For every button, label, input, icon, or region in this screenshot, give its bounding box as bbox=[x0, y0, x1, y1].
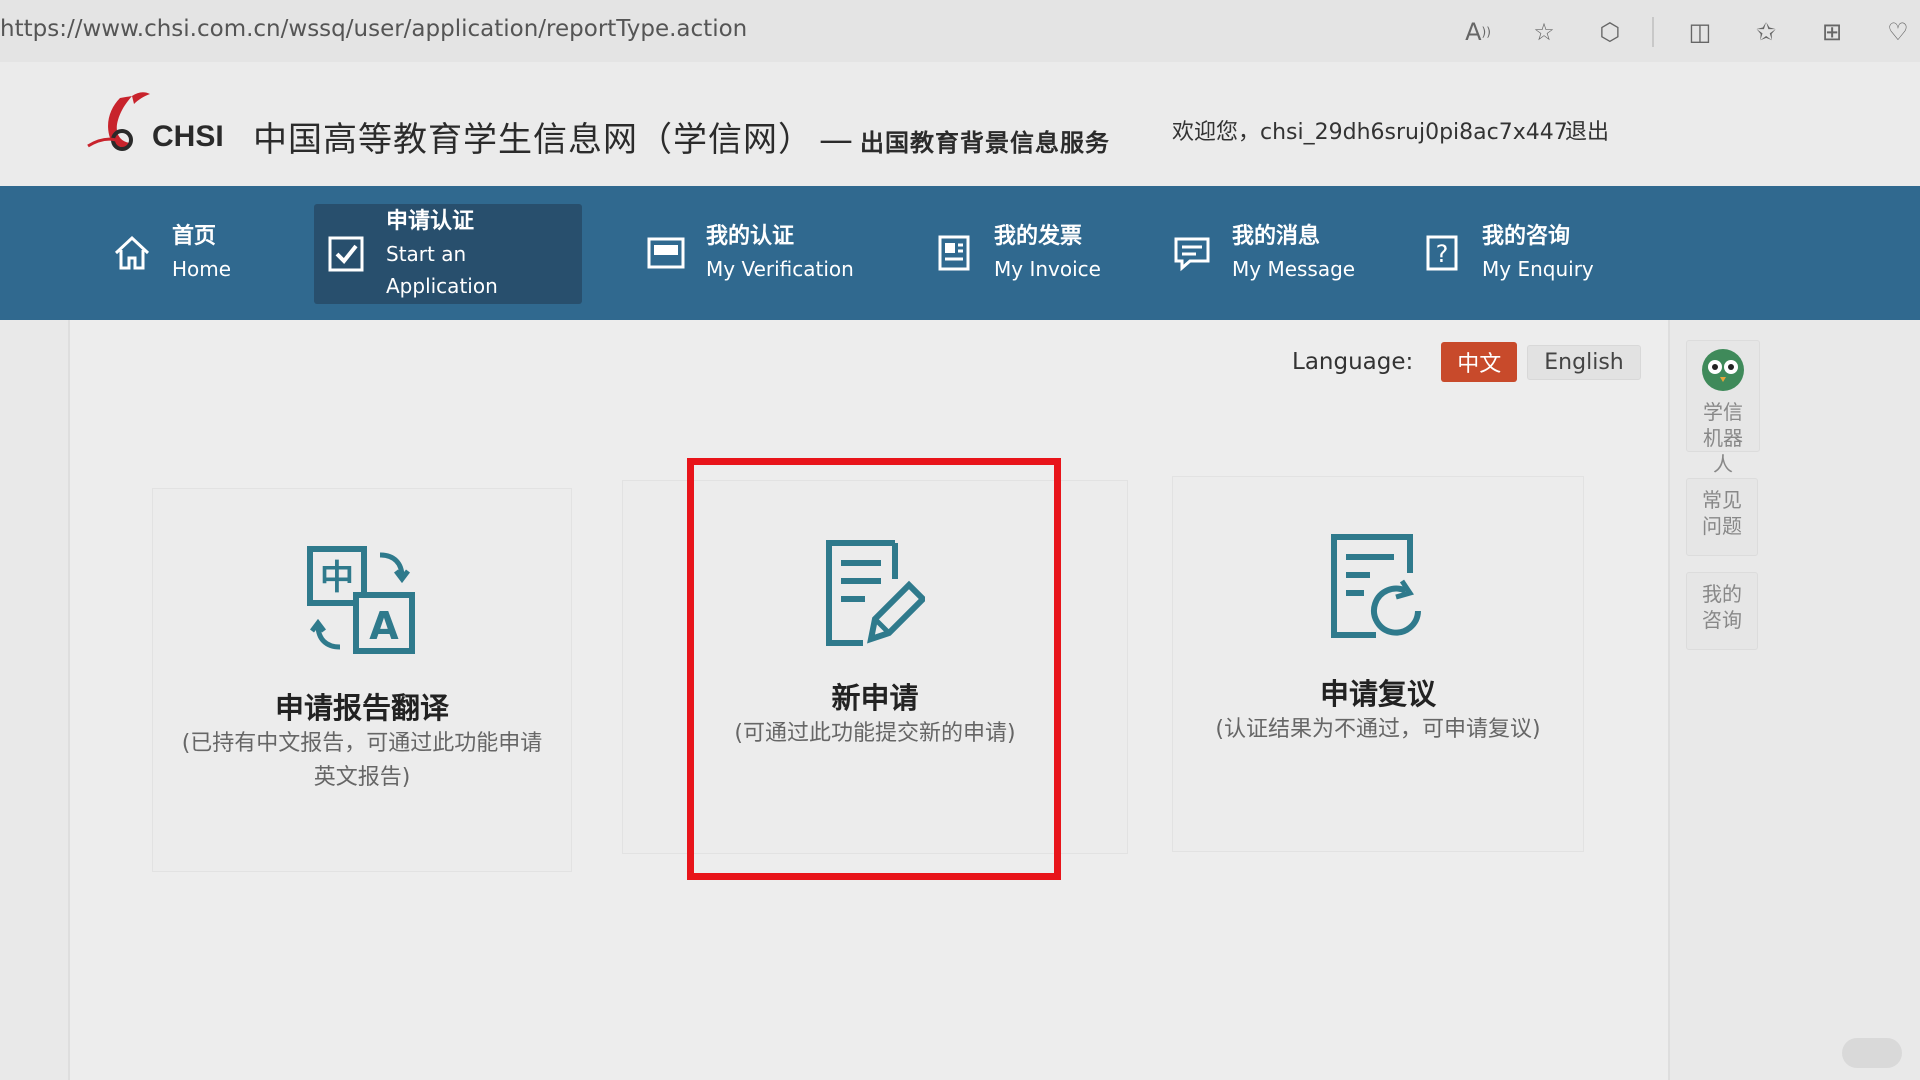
site-header: CHSI 中国高等教育学生信息网（学信网） — 出国教育背景信息服务 欢迎您，chs… bbox=[0, 62, 1920, 186]
message-icon bbox=[1174, 237, 1210, 272]
reconsideration-icon bbox=[1331, 534, 1421, 638]
favorites-icon[interactable]: ✩ bbox=[1744, 10, 1788, 54]
nav-item-my-message[interactable]: 我的消息 My Message bbox=[1172, 186, 1355, 320]
favorite-star-icon[interactable]: ☆ bbox=[1522, 10, 1566, 54]
sidebar-enquiry-label: 我的咨询 bbox=[1702, 582, 1742, 632]
site-title: 中国高等教育学生信息网（学信网） — 出国教育背景信息服务 bbox=[253, 112, 1110, 161]
svg-text:中: 中 bbox=[320, 558, 354, 598]
language-option-english[interactable]: English bbox=[1527, 344, 1641, 380]
nav-label-cn: 首页 bbox=[172, 224, 217, 249]
highlight-annotation-box bbox=[687, 458, 1061, 880]
nav-item-start-application[interactable]: 申请认证 Start an Application bbox=[314, 204, 582, 304]
toolbar-separator bbox=[1652, 17, 1654, 47]
nav-label-en: My Message bbox=[1232, 257, 1356, 281]
sidebar-my-enquiry[interactable]: 我的咨询 bbox=[1686, 572, 1758, 650]
nav-label-cn: 我的认证 bbox=[706, 224, 795, 249]
extensions-icon[interactable]: ⬡ bbox=[1588, 10, 1632, 54]
nav-item-my-invoice[interactable]: 我的发票 My Invoice bbox=[934, 186, 1101, 320]
sidebar-faq[interactable]: 常见问题 bbox=[1686, 478, 1758, 556]
nav-label-en: Start an Application bbox=[386, 242, 498, 298]
title-separator: — bbox=[819, 120, 854, 160]
sidebar-faq-label: 常见问题 bbox=[1702, 488, 1742, 538]
language-label: Language: bbox=[1292, 349, 1414, 375]
enquiry-icon: ? bbox=[1426, 235, 1458, 271]
card-description: (已持有中文报告，可通过此功能申请英文报告) bbox=[181, 731, 543, 790]
read-aloud-icon[interactable]: A)) bbox=[1456, 10, 1500, 54]
svg-text:A: A bbox=[369, 604, 399, 648]
language-option-chinese[interactable]: 中文 bbox=[1441, 342, 1518, 382]
nav-label-en: My Invoice bbox=[994, 257, 1101, 281]
nav-item-my-verification[interactable]: 我的认证 My Verification bbox=[646, 186, 854, 320]
language-switcher: Language: 中文 English bbox=[1292, 342, 1641, 382]
collections-icon[interactable]: ⊞ bbox=[1810, 10, 1854, 54]
invoice-icon bbox=[938, 235, 970, 271]
card-title: 申请复议 bbox=[1319, 677, 1436, 711]
owl-robot-icon bbox=[1702, 349, 1744, 391]
card-report-translation[interactable]: 中 A 申请报告翻译 (已持有中文报告，可通过此功能申请英文报告) bbox=[152, 488, 572, 872]
logout-link[interactable]: 退出 bbox=[1565, 114, 1609, 146]
logo-text: CHSI bbox=[152, 120, 224, 153]
nav-label-en: Home bbox=[172, 257, 232, 281]
nav-item-my-enquiry[interactable]: ? 我的咨询 My Enquiry bbox=[1422, 186, 1594, 320]
nav-label-cn: 我的消息 bbox=[1232, 224, 1321, 249]
nav-label-en: My Verification bbox=[706, 257, 854, 281]
translate-icon: 中 A bbox=[307, 546, 415, 654]
home-icon bbox=[114, 235, 150, 270]
card-title: 申请报告翻译 bbox=[274, 691, 449, 725]
browser-essentials-icon[interactable]: ♡ bbox=[1876, 10, 1920, 54]
sidebar-robot-label: 学信机器人 bbox=[1703, 400, 1743, 476]
card-reconsideration[interactable]: 申请复议 (认证结果为不通过，可申请复议) bbox=[1172, 476, 1584, 852]
browser-icons: A)) ☆ ⬡ ◫ ✩ ⊞ ♡ bbox=[1434, 10, 1920, 54]
watermark bbox=[1842, 1038, 1902, 1068]
nav-item-home[interactable]: 首页 Home bbox=[112, 186, 231, 320]
nav-label-cn: 我的咨询 bbox=[1482, 224, 1571, 249]
checkbox-icon bbox=[328, 236, 364, 272]
sidebar-robot[interactable]: 学信机器人 bbox=[1686, 340, 1760, 476]
address-bar[interactable]: https://www.chsi.com.cn/wssq/user/applic… bbox=[0, 16, 747, 42]
site-title-main: 中国高等教育学生信息网（学信网） bbox=[253, 120, 813, 160]
nav-label-cn: 我的发票 bbox=[994, 224, 1083, 249]
nav-label-cn: 申请认证 bbox=[386, 209, 475, 234]
svg-text:?: ? bbox=[1436, 240, 1449, 268]
card-description: (认证结果为不通过，可申请复议) bbox=[1215, 717, 1541, 742]
welcome-text: 欢迎您，chsi_29dh6sruj0pi8ac7x447 bbox=[1172, 120, 1568, 145]
certificate-icon bbox=[647, 237, 685, 269]
main-nav: 首页 Home 申请认证 Start an Application 我的认证 M… bbox=[0, 186, 1920, 320]
browser-toolbar: https://www.chsi.com.cn/wssq/user/applic… bbox=[0, 0, 1920, 62]
split-screen-icon[interactable]: ◫ bbox=[1678, 10, 1722, 54]
site-subtitle: 出国教育背景信息服务 bbox=[860, 129, 1110, 157]
nav-label-en: My Enquiry bbox=[1482, 257, 1594, 281]
